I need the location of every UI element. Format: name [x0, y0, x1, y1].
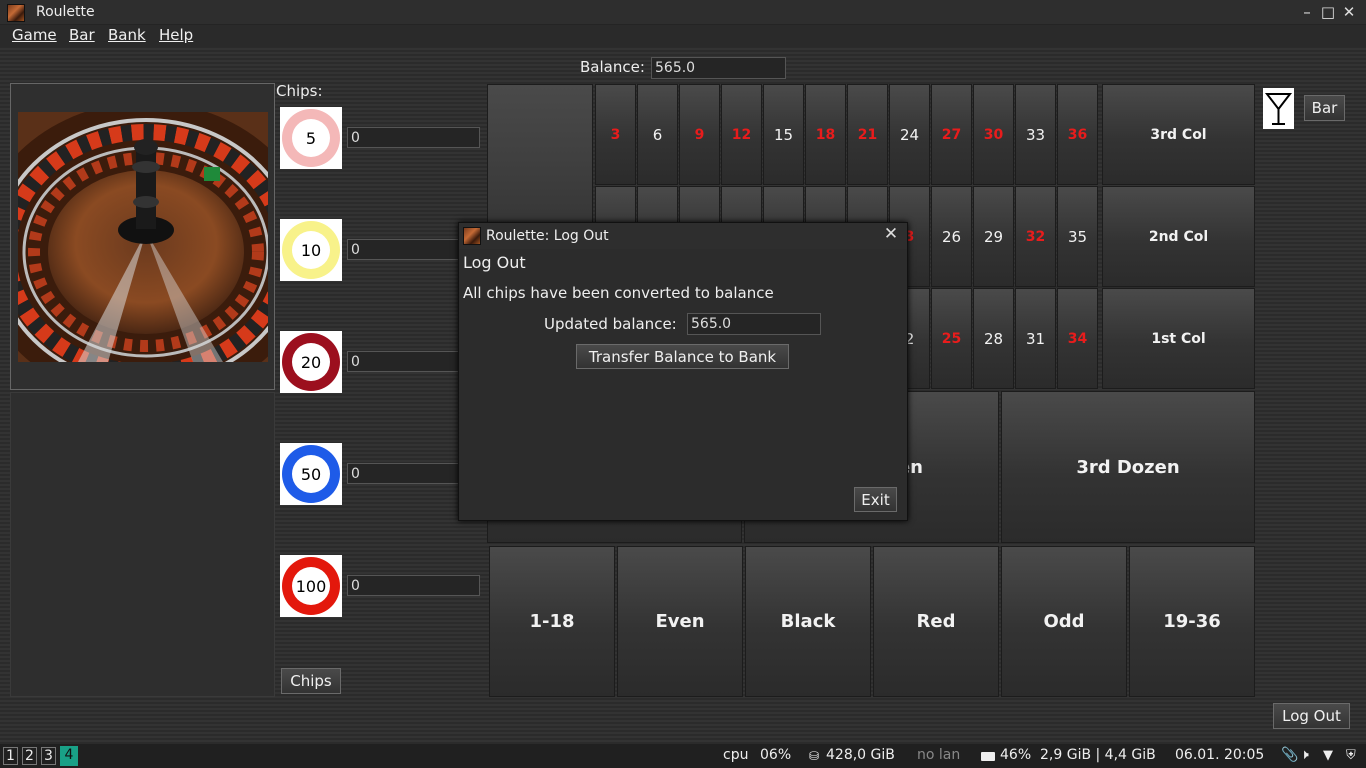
- minimize-icon[interactable]: –: [1298, 4, 1316, 22]
- memory-usage: 2,9 GiB | 4,4 GiB: [1040, 747, 1156, 763]
- logout-dialog: Roulette: Log Out ✕ Log Out All chips ha…: [458, 222, 908, 521]
- number-cell[interactable]: 18: [805, 84, 846, 185]
- menu-bank[interactable]: Bank: [108, 26, 146, 44]
- wifi-icon[interactable]: ▼: [1323, 748, 1333, 763]
- chip-5-count: 0: [347, 127, 480, 148]
- bet-1-18[interactable]: 1-18: [489, 546, 615, 697]
- transfer-balance-button[interactable]: Transfer Balance to Bank: [576, 344, 789, 369]
- workspace-2[interactable]: 2: [22, 747, 37, 765]
- number-cell[interactable]: 26: [931, 186, 972, 287]
- window-title: Roulette: [36, 4, 95, 20]
- workspace-4-active[interactable]: 4: [60, 746, 78, 766]
- paperclip-icon[interactable]: 📎: [1281, 747, 1298, 763]
- chip-100-value: 100: [292, 567, 330, 605]
- bet-black[interactable]: Black: [745, 546, 871, 697]
- menu-bar: Game Bar Bank Help: [0, 25, 1366, 47]
- balance-field: 565.0: [651, 57, 786, 79]
- chip-50-value: 50: [292, 455, 330, 493]
- number-cell[interactable]: 33: [1015, 84, 1056, 185]
- cpu-value: 06%: [760, 747, 792, 763]
- roulette-app-icon: [7, 4, 25, 22]
- number-cell[interactable]: 9: [679, 84, 720, 185]
- number-cell[interactable]: 12: [721, 84, 762, 185]
- logout-button[interactable]: Log Out: [1273, 703, 1350, 729]
- datetime: 06.01. 20:05: [1175, 747, 1265, 763]
- number-cell[interactable]: 30: [973, 84, 1014, 185]
- roulette-wheel-image: [18, 112, 268, 362]
- chip-10-value: 10: [292, 231, 330, 269]
- number-cell[interactable]: 34: [1057, 288, 1098, 389]
- chip-100-count: 0: [347, 575, 480, 596]
- balance-label: Balance:: [580, 58, 645, 76]
- battery-level: 46%: [1000, 747, 1032, 763]
- cpu-label: cpu: [723, 747, 749, 763]
- workspace-3[interactable]: 3: [41, 747, 56, 765]
- shield-icon[interactable]: ⛨: [1346, 748, 1356, 763]
- column-3-bet[interactable]: 3rd Col: [1102, 84, 1255, 185]
- chip-100-ring: 100: [282, 557, 340, 615]
- disk-icon: ⛁: [809, 749, 820, 763]
- number-cell[interactable]: 21: [847, 84, 888, 185]
- bar-button[interactable]: Bar: [1304, 95, 1345, 121]
- cocktail-icon: [1263, 88, 1294, 129]
- number-cell[interactable]: 27: [931, 84, 972, 185]
- workspace-1[interactable]: 1: [3, 747, 18, 765]
- dozen-3-bet[interactable]: 3rd Dozen: [1001, 391, 1255, 543]
- number-cell[interactable]: 3: [595, 84, 636, 185]
- chip-10[interactable]: 10: [280, 219, 342, 281]
- chip-10-ring: 10: [282, 221, 340, 279]
- bet-red[interactable]: Red: [873, 546, 999, 697]
- number-cell[interactable]: 32: [1015, 186, 1056, 287]
- number-cell[interactable]: 24: [889, 84, 930, 185]
- menu-game[interactable]: Game: [12, 26, 57, 44]
- chips-heading: Chips:: [276, 82, 323, 100]
- number-cell[interactable]: 31: [1015, 288, 1056, 389]
- chip-20-ring: 20: [282, 333, 340, 391]
- menu-help[interactable]: Help: [159, 26, 193, 44]
- wheel-info-panel: [10, 392, 275, 697]
- network-status: no lan: [917, 747, 961, 763]
- chip-50[interactable]: 50: [280, 443, 342, 505]
- bet-even[interactable]: Even: [617, 546, 743, 697]
- chip-5[interactable]: 5: [280, 107, 342, 169]
- close-icon[interactable]: ✕: [1340, 4, 1358, 22]
- battery-icon: [981, 752, 995, 761]
- number-cell[interactable]: 36: [1057, 84, 1098, 185]
- chip-50-ring: 50: [282, 445, 340, 503]
- number-cell[interactable]: 6: [637, 84, 678, 185]
- column-2-bet[interactable]: 2nd Col: [1102, 186, 1255, 287]
- dialog-title: Roulette: Log Out: [486, 228, 609, 244]
- number-cell[interactable]: 25: [931, 288, 972, 389]
- chip-100[interactable]: 100: [280, 555, 342, 617]
- volume-icon[interactable]: 🕨: [1300, 747, 1309, 763]
- disk-free: 428,0 GiB: [826, 747, 895, 763]
- number-cell[interactable]: 15: [763, 84, 804, 185]
- chip-20-value: 20: [292, 343, 330, 381]
- bet-19-36[interactable]: 19-36: [1129, 546, 1255, 697]
- menu-bar-item[interactable]: Bar: [69, 26, 95, 44]
- dialog-app-icon: [463, 227, 481, 245]
- dialog-exit-button[interactable]: Exit: [854, 487, 897, 512]
- number-cell[interactable]: 28: [973, 288, 1014, 389]
- updated-balance-label: Updated balance:: [544, 315, 677, 333]
- chip-5-ring: 5: [282, 109, 340, 167]
- chip-5-value: 5: [292, 119, 330, 157]
- maximize-icon[interactable]: □: [1319, 4, 1337, 22]
- number-cell[interactable]: 35: [1057, 186, 1098, 287]
- number-cell[interactable]: 29: [973, 186, 1014, 287]
- updated-balance-field: 565.0: [687, 313, 821, 335]
- bet-odd[interactable]: Odd: [1001, 546, 1127, 697]
- chip-20[interactable]: 20: [280, 331, 342, 393]
- dialog-message: All chips have been converted to balance: [463, 284, 774, 302]
- taskbar: 1 2 3 4 cpu 06% ⛁ 428,0 GiB no lan 46% 2…: [0, 744, 1366, 768]
- chips-button[interactable]: Chips: [281, 668, 341, 694]
- column-1-bet[interactable]: 1st Col: [1102, 288, 1255, 389]
- dialog-heading: Log Out: [463, 253, 526, 272]
- dialog-close-icon[interactable]: ✕: [882, 226, 900, 244]
- title-bar: Roulette – □ ✕: [0, 0, 1366, 25]
